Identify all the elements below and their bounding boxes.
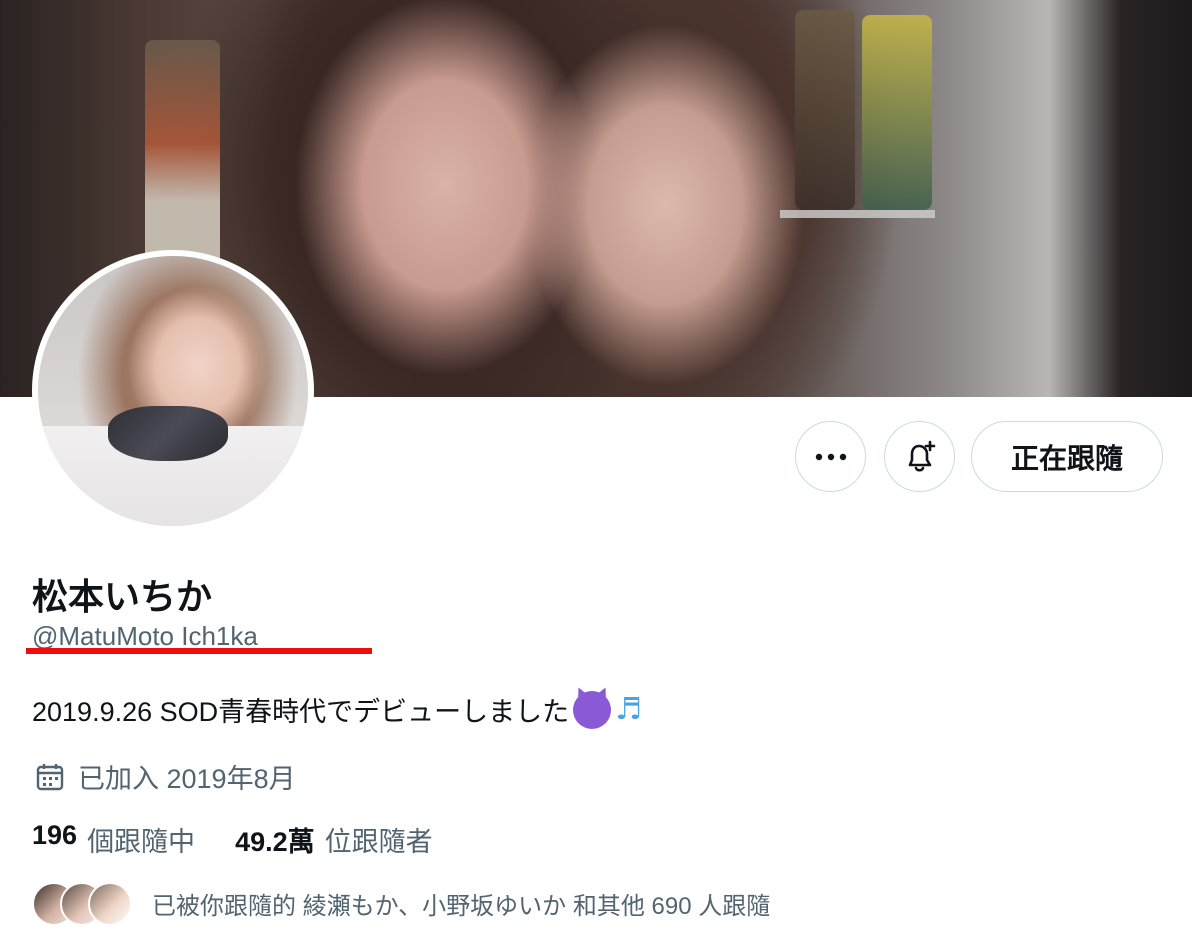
bio-text: 2019.9.26 SOD青春時代でデビューしました: [32, 697, 570, 727]
musical-notes-emoji-icon: ♬: [615, 692, 643, 727]
more-options-button[interactable]: [795, 421, 866, 492]
banner-detail: [795, 10, 855, 210]
more-horizontal-icon: [815, 453, 846, 460]
profile-stats: 196 個跟隨中 49.2萬 位跟隨者: [32, 820, 433, 859]
avatar: [88, 882, 132, 926]
smiling-devil-emoji-icon: [573, 690, 612, 729]
mutual-avatars: [32, 880, 132, 926]
banner-detail: [145, 40, 220, 270]
join-date: 已加入 2019年8月: [34, 757, 296, 796]
avatar-detail: [108, 406, 228, 461]
bell-plus-icon: [908, 440, 935, 472]
profile-page: 正在跟隨 松本いちか @MatuMoto Ich1ka 2019.9.26 SO…: [0, 0, 1192, 942]
avatar-image: [38, 256, 308, 526]
followers-label: 位跟隨者: [324, 827, 433, 857]
followers-stat[interactable]: 49.2萬 位跟隨者: [235, 820, 433, 859]
profile-bio: 2019.9.26 SOD青春時代でデビューしました ♬: [32, 690, 642, 729]
followed-by-text: 已被你跟隨的 綾瀬もか、小野坂ゆいか 和其他 690 人跟隨: [152, 892, 771, 920]
following-stat[interactable]: 196 個跟隨中: [32, 820, 195, 859]
profile-name: 松本いちか: [32, 576, 213, 617]
following-label: 個跟隨中: [87, 827, 196, 857]
profile-avatar[interactable]: [32, 250, 314, 532]
banner-detail: [780, 210, 935, 218]
followers-you-know[interactable]: 已被你跟隨的 綾瀬もか、小野坂ゆいか 和其他 690 人跟隨: [32, 880, 770, 926]
following-button[interactable]: 正在跟隨: [971, 421, 1163, 492]
calendar-icon: [36, 763, 64, 790]
red-underline-annotation: [26, 648, 372, 654]
notifications-button[interactable]: [884, 421, 955, 492]
followers-count: 49.2萬: [235, 827, 315, 857]
banner-detail: [862, 15, 932, 210]
join-date-text: 已加入 2019年8月: [78, 764, 296, 794]
following-count: 196: [32, 820, 78, 850]
